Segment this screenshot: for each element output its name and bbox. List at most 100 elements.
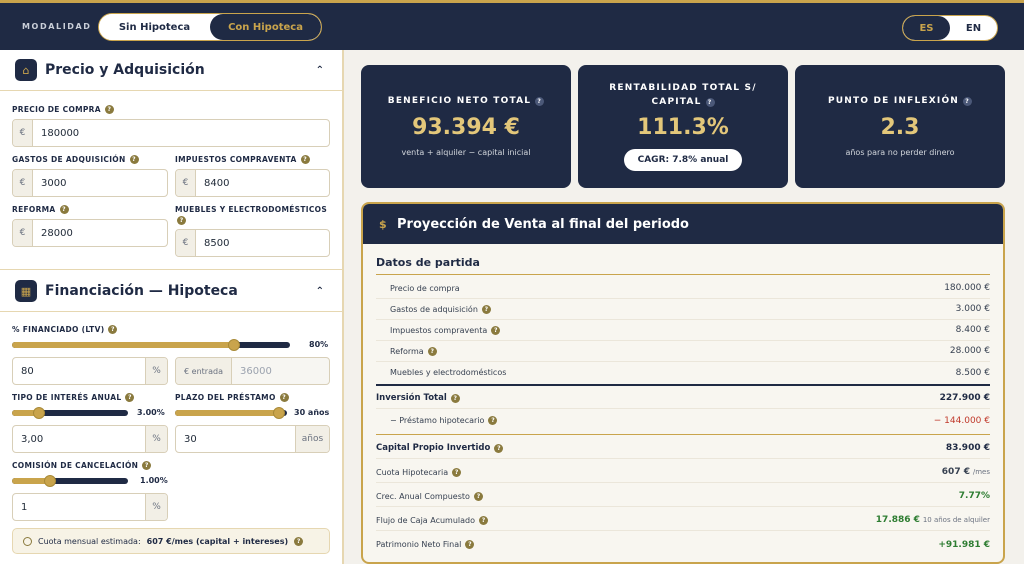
- precio-compra-input[interactable]: 180000: [33, 120, 329, 146]
- inversion-row: Inversión Total? 227.900 €: [376, 388, 990, 409]
- ltv-slider-handle[interactable]: [228, 339, 241, 351]
- ltv-slider[interactable]: [12, 339, 290, 351]
- euro-prefix: €: [13, 220, 33, 246]
- cuota-note-value: 607 €/mes (capital + intereses): [146, 536, 289, 546]
- kpi-inflexion-value: 2.3: [880, 115, 920, 140]
- projection-title: Proyección de Venta al final del periodo: [397, 216, 689, 232]
- precio-section-title: Precio y Adquisición: [45, 62, 205, 78]
- muebles-input[interactable]: 8500: [196, 230, 329, 256]
- capital-row: Capital Propio Invertido? 83.900 €: [376, 438, 990, 459]
- entrada-field[interactable]: € entrada 36000: [175, 357, 330, 385]
- reforma-field[interactable]: € 28000: [12, 219, 168, 247]
- help-icon[interactable]: ?: [535, 96, 545, 106]
- crec-row: Crec. Anual Compuesto? 7.77%: [376, 486, 990, 507]
- ltv-field[interactable]: 80 %: [12, 357, 168, 385]
- clock-icon: [23, 536, 32, 546]
- table-row: Precio de compra 180.000 €: [376, 278, 990, 299]
- comision-input[interactable]: 1: [13, 494, 145, 520]
- comision-display: 1.00%: [140, 476, 168, 485]
- cuota-note: Cuota mensual estimada: 607 €/mes (capit…: [12, 528, 330, 554]
- patrimonio-row: Patrimonio Neto Final? +91.981 €: [376, 539, 990, 550]
- interes-slider[interactable]: [12, 407, 128, 419]
- precio-compra-label: PRECIO DE COMPRA?: [12, 105, 114, 114]
- ltv-input[interactable]: 80: [13, 358, 145, 384]
- chevron-up-icon[interactable]: ⌃: [316, 286, 324, 297]
- help-icon[interactable]: ?: [491, 325, 501, 335]
- gastos-input[interactable]: 3000: [33, 170, 167, 196]
- comision-field[interactable]: 1 %: [12, 493, 168, 521]
- precio-compra-field[interactable]: € 180000: [12, 119, 330, 147]
- muebles-label: MUEBLES Y ELECTRODOMÉSTICOS: [175, 205, 328, 214]
- help-icon[interactable]: ?: [59, 205, 69, 214]
- help-icon[interactable]: ?: [142, 461, 152, 470]
- impuestos-label: IMPUESTOS COMPRAVENTA?: [175, 155, 310, 164]
- help-icon[interactable]: ?: [129, 155, 139, 164]
- gastos-label: GASTOS DE ADQUISICIÓN?: [12, 155, 139, 164]
- help-icon[interactable]: ?: [705, 97, 715, 107]
- help-icon[interactable]: ?: [108, 325, 118, 334]
- help-icon[interactable]: ?: [479, 515, 489, 525]
- help-icon[interactable]: ?: [494, 443, 504, 453]
- divider: [0, 311, 342, 312]
- help-icon[interactable]: ?: [465, 540, 475, 549]
- kpi-rentabilidad-card: RENTABILIDAD TOTAL S/ CAPITAL? 111.3% CA…: [578, 65, 788, 188]
- cagr-badge: CAGR: 7.8% anual: [624, 149, 742, 171]
- plazo-slider-fill: [175, 410, 280, 416]
- percent-suffix: %: [145, 426, 167, 452]
- euro-prefix: €: [13, 120, 33, 146]
- interes-field[interactable]: 3,00 %: [12, 425, 168, 453]
- help-icon[interactable]: ?: [452, 467, 462, 477]
- kpi-beneficio-card: BENEFICIO NETO TOTAL? 93.394 € venta + a…: [361, 65, 571, 188]
- table-row: Gastos de adquisición? 3.000 €: [376, 299, 990, 320]
- help-icon[interactable]: ?: [104, 105, 114, 114]
- mode-toggle[interactable]: Sin Hipoteca Con Hipoteca: [98, 13, 322, 41]
- entrada-input[interactable]: 36000: [232, 358, 329, 384]
- reforma-input[interactable]: 28000: [33, 220, 167, 246]
- kpi-inflexion-sub: años para no perder dinero: [845, 148, 955, 157]
- language-toggle[interactable]: ES EN: [902, 15, 998, 41]
- plazo-slider-handle[interactable]: [273, 407, 286, 419]
- help-icon[interactable]: ?: [177, 216, 186, 225]
- kpi-rentabilidad-value: 111.3%: [637, 115, 729, 140]
- euro-prefix: €: [176, 230, 196, 256]
- comision-label: COMISIÓN DE CANCELACIÓN?: [12, 461, 152, 470]
- financiacion-section-header[interactable]: ▦ Financiación — Hipoteca ⌃: [0, 271, 342, 311]
- help-icon[interactable]: ?: [294, 536, 304, 546]
- mode-sin-hipoteca[interactable]: Sin Hipoteca: [99, 14, 210, 40]
- comision-slider[interactable]: [12, 475, 128, 487]
- help-icon[interactable]: ?: [300, 155, 310, 164]
- gastos-field[interactable]: € 3000: [12, 169, 168, 197]
- help-icon[interactable]: ?: [963, 96, 973, 106]
- help-icon[interactable]: ?: [481, 304, 491, 314]
- datos-title: Datos de partida: [376, 256, 480, 269]
- precio-section-header[interactable]: ⌂ Precio y Adquisición ⌃: [0, 50, 342, 90]
- mode-con-hipoteca[interactable]: Con Hipoteca: [210, 14, 321, 40]
- interes-slider-handle[interactable]: [32, 407, 45, 419]
- impuestos-input[interactable]: 8400: [196, 170, 329, 196]
- plazo-field[interactable]: 30 años: [175, 425, 330, 453]
- plazo-slider[interactable]: [175, 407, 287, 419]
- help-icon[interactable]: ?: [125, 393, 135, 402]
- help-icon[interactable]: ?: [279, 393, 289, 402]
- help-icon[interactable]: ?: [473, 491, 483, 501]
- divider: [0, 269, 342, 270]
- chevron-up-icon[interactable]: ⌃: [316, 65, 324, 76]
- plazo-label: PLAZO DEL PRÉSTAMO?: [175, 393, 289, 402]
- interes-input[interactable]: 3,00: [13, 426, 145, 452]
- percent-suffix: %: [145, 358, 167, 384]
- lang-en[interactable]: EN: [950, 16, 997, 40]
- impuestos-field[interactable]: € 8400: [175, 169, 330, 197]
- comision-slider-handle[interactable]: [44, 475, 57, 487]
- home-icon: ⌂: [15, 59, 37, 81]
- help-icon[interactable]: ?: [427, 346, 437, 356]
- muebles-field[interactable]: € 8500: [175, 229, 330, 257]
- lang-es[interactable]: ES: [903, 16, 950, 40]
- kpi-rentabilidad-title-1: RENTABILIDAD TOTAL S/: [609, 83, 757, 93]
- help-icon[interactable]: ?: [450, 393, 460, 403]
- kpi-inflexion-title: PUNTO DE INFLEXIÓN?: [795, 96, 1005, 106]
- help-icon[interactable]: ?: [488, 416, 498, 425]
- euro-prefix: €: [176, 170, 196, 196]
- ltv-display: 80%: [309, 340, 329, 349]
- plazo-input[interactable]: 30: [176, 426, 295, 452]
- top-bar: MODALIDAD Sin Hipoteca Con Hipoteca ES E…: [0, 0, 1024, 50]
